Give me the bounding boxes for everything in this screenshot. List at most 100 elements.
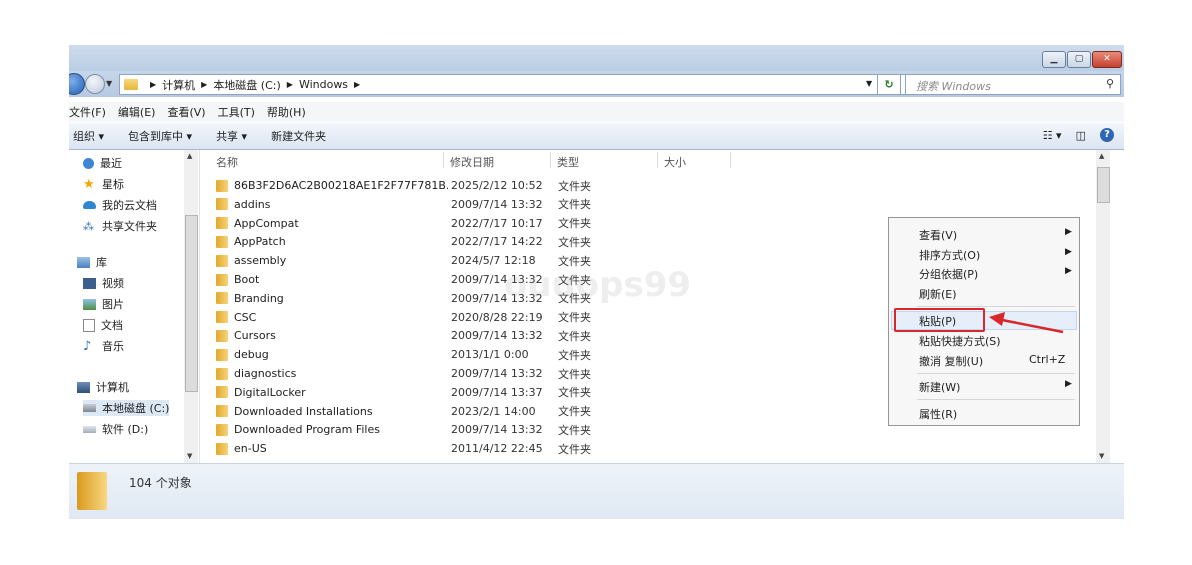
- file-name: Boot: [234, 273, 260, 286]
- file-row[interactable]: addins 2009/7/14 13:32 文件夹: [216, 195, 591, 214]
- close-button[interactable]: ✕: [1092, 51, 1122, 68]
- file-row[interactable]: DigitalLocker 2009/7/14 13:37 文件夹: [216, 383, 591, 402]
- list-scroll-thumb[interactable]: [1097, 167, 1110, 203]
- list-scrollbar[interactable]: ▲ ▼: [1096, 150, 1110, 463]
- folder-icon: [216, 367, 228, 380]
- file-row[interactable]: Cursors 2009/7/14 13:32 文件夹: [216, 326, 591, 345]
- file-row[interactable]: debug 2013/1/1 0:00 文件夹: [216, 345, 591, 364]
- file-row[interactable]: AppPatch 2022/7/17 14:22 文件夹: [216, 232, 591, 251]
- help-icon[interactable]: ?: [1100, 128, 1114, 142]
- file-row[interactable]: CSC 2020/8/28 22:19 文件夹: [216, 308, 591, 327]
- file-row[interactable]: AppCompat 2022/7/17 10:17 文件夹: [216, 214, 591, 233]
- menu-item-sort[interactable]: 排序方式(O) ▶: [919, 247, 1072, 263]
- include-in-library-button[interactable]: 包含到库中 ▾: [128, 128, 192, 144]
- nav-item-shared[interactable]: ⁂ 共享文件夹: [83, 218, 157, 234]
- history-dropdown-icon[interactable]: ▼: [106, 79, 112, 88]
- nav-item-local-disk-c[interactable]: 本地磁盘 (C:): [83, 400, 170, 416]
- folder-icon: [77, 472, 107, 510]
- menu-item-properties[interactable]: 属性(R): [919, 406, 957, 422]
- address-bar[interactable]: ▶ 计算机 ▶ 本地磁盘 (C:) ▶ Windows ▶: [119, 74, 917, 95]
- nav-item-pictures[interactable]: 图片: [83, 296, 124, 312]
- menu-edit[interactable]: 编辑(E): [118, 104, 156, 120]
- chevron-right-icon: ▶: [1065, 247, 1072, 257]
- file-row[interactable]: en-US 2011/4/12 22:45 文件夹: [216, 439, 591, 458]
- share-button[interactable]: 共享 ▾: [216, 128, 247, 144]
- chevron-right-icon[interactable]: ▶: [150, 80, 156, 89]
- file-date: 2009/7/14 13:32: [451, 367, 543, 380]
- file-row[interactable]: assembly 2024/5/7 12:18 文件夹: [216, 251, 591, 270]
- column-divider[interactable]: [657, 152, 658, 168]
- file-type: 文件夹: [558, 217, 591, 231]
- file-type: 文件夹: [558, 367, 591, 381]
- breadcrumb-windows[interactable]: Windows: [299, 78, 348, 91]
- search-icon[interactable]: ⚲: [1106, 77, 1114, 90]
- file-row[interactable]: Downloaded Installations 2023/2/1 14:00 文件…: [216, 402, 591, 421]
- breadcrumb-local-disk[interactable]: 本地磁盘 (C:): [213, 77, 280, 93]
- breadcrumb-computer[interactable]: 计算机: [162, 77, 195, 93]
- chevron-right-icon[interactable]: ▶: [201, 80, 207, 89]
- nav-item-starred[interactable]: ★ 星标: [83, 176, 124, 192]
- column-header-date[interactable]: 修改日期: [450, 154, 494, 170]
- menu-item-group[interactable]: 分组依据(P) ▶: [919, 266, 1072, 282]
- file-date: 2009/7/14 13:32: [451, 423, 543, 437]
- file-row[interactable]: Boot 2009/7/14 13:32 文件夹: [216, 270, 591, 289]
- refresh-button[interactable]: ↻: [877, 74, 901, 95]
- scroll-down-icon[interactable]: ▼: [187, 452, 192, 460]
- file-row[interactable]: diagnostics 2009/7/14 13:32 文件夹: [216, 364, 591, 383]
- forward-button[interactable]: [85, 74, 105, 94]
- column-divider[interactable]: [730, 152, 731, 168]
- nav-item-recent[interactable]: 最近: [83, 155, 122, 171]
- column-header-size[interactable]: 大小: [664, 154, 686, 170]
- nav-item-computer[interactable]: 计算机: [77, 379, 129, 395]
- annotation-arrow: [989, 312, 1064, 334]
- new-folder-button[interactable]: 新建文件夹: [271, 128, 326, 144]
- file-row[interactable]: Branding 2009/7/14 13:32 文件夹: [216, 289, 591, 308]
- column-header-name[interactable]: 名称: [216, 154, 238, 170]
- back-button[interactable]: [69, 73, 85, 95]
- scroll-up-icon[interactable]: ▲: [187, 152, 192, 160]
- file-name: AppCompat: [234, 216, 299, 230]
- nav-item-documents[interactable]: 文档: [83, 317, 123, 333]
- address-dropdown-icon[interactable]: ▼: [866, 79, 872, 88]
- menu-item-refresh[interactable]: 刷新(E): [919, 286, 957, 302]
- folder-icon: [216, 217, 228, 230]
- computer-icon: [77, 381, 90, 393]
- column-divider[interactable]: [550, 152, 551, 168]
- chevron-right-icon[interactable]: ▶: [354, 80, 360, 89]
- nav-item-video[interactable]: 视频: [83, 275, 124, 291]
- nav-scrollbar[interactable]: ▲ ▼: [184, 150, 198, 463]
- maximize-button[interactable]: ▢: [1067, 51, 1091, 68]
- folder-icon: [216, 273, 228, 286]
- file-name: diagnostics: [234, 367, 297, 380]
- scroll-up-icon[interactable]: ▲: [1099, 152, 1104, 160]
- menu-tools[interactable]: 工具(T): [218, 104, 255, 120]
- file-name: AppPatch: [234, 235, 286, 249]
- file-row[interactable]: Downloaded Program Files 2009/7/14 13:32 文…: [216, 420, 591, 439]
- minimize-button[interactable]: ▁: [1042, 51, 1066, 68]
- view-options-icon[interactable]: ☷ ▾: [1043, 129, 1062, 142]
- file-type: 文件夹: [558, 386, 591, 400]
- column-divider[interactable]: [443, 152, 444, 168]
- nav-scroll-thumb[interactable]: [185, 215, 198, 392]
- nav-item-cloud[interactable]: 我的云文档: [83, 197, 157, 213]
- menu-help[interactable]: 帮助(H): [267, 104, 306, 120]
- menu-file[interactable]: 文件(F): [69, 104, 106, 120]
- file-row[interactable]: 86B3F2D6AC2B00218AE1F2F77F781B... 2025/2/…: [216, 176, 591, 195]
- column-header-type[interactable]: 类型: [557, 154, 579, 170]
- search-input[interactable]: 搜索 Windows ⚲: [905, 74, 1121, 95]
- organize-button[interactable]: 组织 ▾: [73, 128, 104, 144]
- nav-item-library[interactable]: 库: [77, 254, 107, 270]
- close-icon: ✕: [1103, 54, 1111, 64]
- menu-view[interactable]: 查看(V): [167, 104, 205, 120]
- preview-pane-icon[interactable]: ◫: [1076, 129, 1086, 142]
- chevron-right-icon[interactable]: ▶: [287, 80, 293, 89]
- nav-item-soft-d[interactable]: 软件 (D:): [83, 421, 148, 437]
- nav-item-music[interactable]: ♪ 音乐: [83, 338, 124, 354]
- menu-item-undo-copy[interactable]: 撤消 复制(U) Ctrl+Z: [919, 353, 1065, 369]
- scroll-down-icon[interactable]: ▼: [1099, 452, 1104, 460]
- file-date: 2013/1/1 0:00: [451, 348, 529, 362]
- menu-item-view[interactable]: 查看(V) ▶: [919, 227, 1072, 243]
- title-bar: ▁ ▢ ✕: [69, 45, 1124, 71]
- file-date: 2022/7/17 14:22: [451, 235, 543, 249]
- menu-item-new[interactable]: 新建(W) ▶: [919, 379, 1072, 395]
